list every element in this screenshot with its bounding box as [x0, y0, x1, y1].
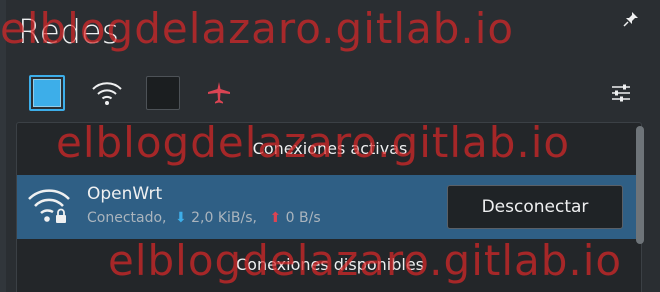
download-speed: 2,0 KiB/s,: [191, 210, 257, 226]
wired-network-icon: [29, 75, 65, 111]
applet-title: Redes: [18, 12, 120, 51]
networks-applet: Redes Conexiones activas OpenWrt Conecta…: [6, 0, 660, 292]
connection-item-openwrt[interactable]: OpenWrt Conectado, ⬇ 2,0 KiB/s, ⬆ 0 B/s …: [17, 175, 643, 239]
connection-name: OpenWrt: [87, 184, 163, 204]
upload-arrow-icon: ⬆: [269, 210, 282, 226]
airplane-mode-button[interactable]: [200, 74, 238, 112]
wifi-toggle-button[interactable]: [88, 74, 126, 112]
upload-speed: 0 B/s: [285, 210, 321, 226]
connections-list[interactable]: Conexiones activas OpenWrt Conectado, ⬇ …: [16, 122, 643, 292]
connection-status: Conectado, ⬇ 2,0 KiB/s, ⬆ 0 B/s: [87, 210, 321, 226]
airplane-mode-icon: [208, 82, 230, 104]
wifi-secured-icon: [28, 189, 70, 223]
available-connections-header: Conexiones disponibles: [235, 255, 425, 274]
configure-button[interactable]: [602, 74, 640, 112]
wired-toggle-button[interactable]: [28, 74, 66, 112]
mobile-broadband-toggle-button[interactable]: [144, 74, 182, 112]
pin-icon[interactable]: [622, 10, 640, 28]
active-connections-header: Conexiones activas: [252, 139, 408, 158]
toolbar: [28, 74, 648, 112]
connection-status-text: Conectado,: [87, 210, 167, 226]
download-arrow-icon: ⬇: [174, 210, 187, 226]
configure-icon: [612, 84, 630, 102]
disconnect-button[interactable]: Desconectar: [447, 185, 623, 229]
list-scrollbar[interactable]: [636, 126, 644, 244]
wifi-icon: [92, 82, 122, 105]
mobile-broadband-icon: [146, 76, 180, 110]
